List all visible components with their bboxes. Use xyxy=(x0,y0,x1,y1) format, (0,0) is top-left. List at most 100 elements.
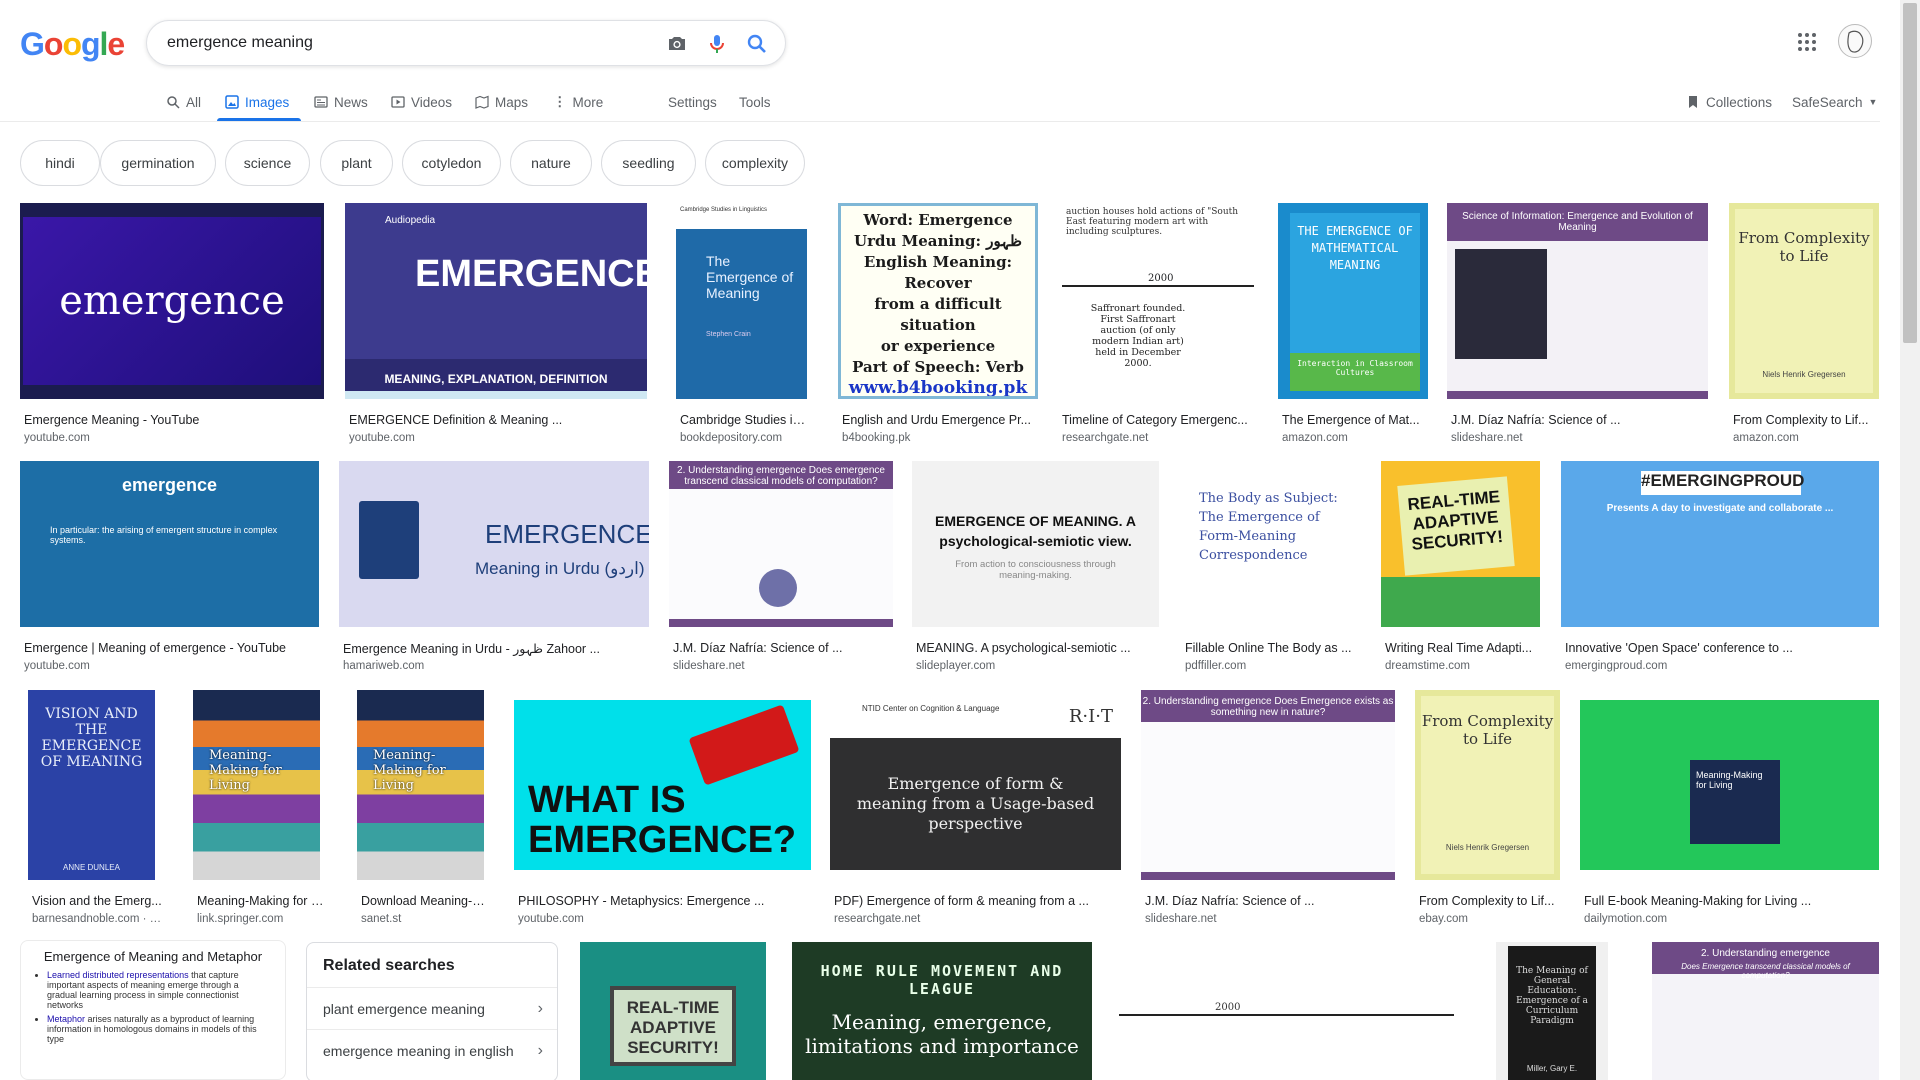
image-result[interactable]: #EMERGINGPROUD Presents A day to investig… xyxy=(1561,461,1879,681)
chip-plant[interactable]: plant xyxy=(320,140,393,186)
scrollbar-thumb[interactable] xyxy=(1903,3,1917,343)
safesearch-dropdown[interactable]: SafeSearch ▼ xyxy=(1792,91,1877,113)
image-result[interactable]: 2000 xyxy=(1115,942,1458,1080)
result-caption[interactable]: PHILOSOPHY - Metaphysics: Emergence ... xyxy=(518,894,818,908)
result-caption[interactable]: English and Urdu Emergence Pr... xyxy=(842,413,1038,427)
result-caption[interactable]: Writing Real Time Adapti... xyxy=(1385,641,1541,655)
result-caption[interactable]: J.M. Díaz Nafría: Science of ... xyxy=(1451,413,1707,427)
result-thumbnail[interactable]: auction houses hold actions of "South Ea… xyxy=(1058,203,1258,399)
microphone-icon[interactable] xyxy=(705,32,729,56)
result-caption[interactable]: Download Meaning-M... xyxy=(361,894,489,908)
result-caption[interactable]: Fillable Online The Body as ... xyxy=(1185,641,1361,655)
image-result[interactable]: REAL-TIME ADAPTIVE SECURITY! Writing Real… xyxy=(1381,461,1540,681)
image-result[interactable]: NTID Center on Cognition & Language R·I·T… xyxy=(830,690,1121,934)
result-thumbnail[interactable]: Science of Information: Emergence and Ev… xyxy=(1447,203,1708,399)
image-result[interactable]: WHAT IS EMERGENCE? PHILOSOPHY - Metaphysi… xyxy=(514,700,811,934)
image-result[interactable]: THE EMERGENCE OF MATHEMATICAL MEANING Int… xyxy=(1278,203,1428,453)
google-logo[interactable]: Google xyxy=(20,26,125,63)
image-result[interactable]: Cambridge Studies in Linguistics The Emer… xyxy=(676,203,810,453)
image-result[interactable]: From Complexity to Life Niels Henrik Greg… xyxy=(1415,690,1560,934)
collections-button[interactable]: Collections xyxy=(1686,91,1772,113)
result-thumbnail[interactable]: emergence In particular: the arising of e… xyxy=(20,461,319,627)
tab-more[interactable]: ⋮ More xyxy=(553,91,603,113)
result-thumbnail[interactable]: THE EMERGENCE OF MATHEMATICAL MEANING Int… xyxy=(1278,203,1428,399)
related-search-item[interactable]: emergence meaning in english › xyxy=(307,1029,557,1071)
image-result[interactable]: Audiopedia EMERGENCE MEANING, EXPLANATION,… xyxy=(345,203,647,453)
image-result[interactable]: Science of Information: Emergence and Ev… xyxy=(1447,203,1708,453)
tab-images[interactable]: Images xyxy=(225,91,289,113)
result-thumbnail[interactable]: 2. Understanding emergence Does Emergenc… xyxy=(1141,690,1395,880)
result-caption[interactable]: Timeline of Category Emergenc... xyxy=(1062,413,1258,427)
result-caption[interactable]: PDF) Emergence of form & meaning from a … xyxy=(834,894,1122,908)
knowledge-card[interactable]: Emergence of Meaning and Metaphor Learne… xyxy=(20,940,286,1080)
result-caption[interactable]: Full E-book Meaning-Making for Living ..… xyxy=(1584,894,1880,908)
image-result[interactable]: From Complexity to Life Niels Henrik Greg… xyxy=(1729,203,1879,453)
chip-seedling[interactable]: seedling xyxy=(601,140,696,186)
result-thumbnail[interactable]: 2. Understanding emergence Does emergenc… xyxy=(669,461,893,627)
image-result[interactable]: VISION AND THE EMERGENCE OF MEANING ANNE … xyxy=(28,690,162,934)
tab-tools[interactable]: Tools xyxy=(739,91,771,113)
camera-icon[interactable] xyxy=(665,32,689,56)
result-thumbnail[interactable]: NTID Center on Cognition & Language R·I·T… xyxy=(830,690,1121,870)
result-caption[interactable]: J.M. Díaz Nafría: Science of ... xyxy=(673,641,893,655)
result-thumbnail[interactable]: Meaning-Making for Living xyxy=(193,690,320,880)
result-thumbnail[interactable]: Meaning-Making for Living xyxy=(357,690,484,880)
image-result[interactable]: 2. Understanding emergence Does emergenc… xyxy=(669,461,893,681)
result-thumbnail[interactable]: From Complexity to Life Niels Henrik Greg… xyxy=(1415,690,1560,880)
chip-complexity[interactable]: complexity xyxy=(705,140,805,186)
chip-science[interactable]: science xyxy=(225,140,310,186)
image-result[interactable]: 2. Understanding emergence Does Emergence… xyxy=(1652,942,1879,1080)
result-thumbnail[interactable]: Audiopedia EMERGENCE MEANING, EXPLANATION,… xyxy=(345,203,647,399)
result-thumbnail[interactable]: EMERGENCE Meaning in Urdu (اردو) xyxy=(339,461,649,627)
image-result[interactable]: emergence In particular: the arising of e… xyxy=(20,461,319,681)
image-result[interactable]: EMERGENCE Meaning in Urdu (اردو) Emergence… xyxy=(339,461,649,681)
result-caption[interactable]: Emergence Meaning in Urdu - ظہور Zahoor … xyxy=(343,641,649,656)
result-thumbnail[interactable]: Cambridge Studies in Linguistics The Emer… xyxy=(676,203,807,399)
chip-cotyledon[interactable]: cotyledon xyxy=(402,140,501,186)
chip-germination[interactable]: germination xyxy=(100,140,216,186)
result-caption[interactable]: Meaning-Making for Li... xyxy=(197,894,325,908)
search-input[interactable] xyxy=(167,31,647,55)
result-caption[interactable]: Vision and the Emerg... xyxy=(32,894,162,908)
image-result[interactable]: The Meaning of General Education: Emerge… xyxy=(1496,942,1608,1080)
apps-grid-icon[interactable] xyxy=(1795,30,1819,54)
result-thumbnail[interactable]: From Complexity to Life Niels Henrik Greg… xyxy=(1729,203,1879,399)
tab-videos[interactable]: Videos xyxy=(391,91,452,113)
result-thumbnail[interactable]: VISION AND THE EMERGENCE OF MEANING ANNE … xyxy=(28,690,155,880)
result-caption[interactable]: Emergence Meaning - YouTube xyxy=(24,413,324,427)
image-result[interactable]: REAL-TIME ADAPTIVE SECURITY! xyxy=(580,942,766,1080)
result-caption[interactable]: From Complexity to Lif... xyxy=(1419,894,1561,908)
result-thumbnail[interactable]: emergence xyxy=(20,203,324,399)
result-caption[interactable]: Cambridge Studies in ... xyxy=(680,413,810,427)
image-result[interactable]: emergence Emergence Meaning - YouTube yout… xyxy=(20,203,324,453)
image-result[interactable]: EMERGENCE OF MEANING. A psychological-se… xyxy=(912,461,1159,681)
image-result[interactable]: 2. Understanding emergence Does Emergenc… xyxy=(1141,690,1395,934)
search-icon[interactable] xyxy=(745,32,769,56)
result-caption[interactable]: The Emergence of Mat... xyxy=(1282,413,1428,427)
result-thumbnail[interactable]: REAL-TIME ADAPTIVE SECURITY! xyxy=(1381,461,1540,627)
result-caption[interactable]: Innovative 'Open Space' conference to ..… xyxy=(1565,641,1879,655)
result-caption[interactable]: Emergence | Meaning of emergence - YouTu… xyxy=(24,641,320,655)
result-thumbnail[interactable]: Meaning-Making for Living xyxy=(1580,700,1879,870)
result-thumbnail[interactable]: WHAT IS EMERGENCE? xyxy=(514,700,811,870)
result-thumbnail[interactable]: Word: Emergence Urdu Meaning: ظہور English… xyxy=(838,203,1038,399)
image-result[interactable]: auction houses hold actions of "South Ea… xyxy=(1058,203,1258,453)
image-result[interactable]: Meaning-Making for Living Full E-book Mea… xyxy=(1580,700,1879,934)
knowledge-card-link[interactable]: Learned distributed representations xyxy=(47,970,189,980)
avatar[interactable] xyxy=(1838,24,1872,58)
tab-settings[interactable]: Settings xyxy=(668,91,717,113)
related-search-item[interactable]: plant emergence meaning › xyxy=(307,987,557,1029)
image-result[interactable]: The Body as Subject: The Emergence of Fo… xyxy=(1181,461,1362,681)
result-thumbnail[interactable]: The Body as Subject: The Emergence of Fo… xyxy=(1181,461,1362,627)
tab-maps[interactable]: Maps xyxy=(475,91,528,113)
chip-hindi[interactable]: hindi xyxy=(20,140,100,186)
tab-news[interactable]: News xyxy=(314,91,368,113)
tab-all[interactable]: All xyxy=(166,91,201,113)
result-caption[interactable]: From Complexity to Lif... xyxy=(1733,413,1879,427)
image-result[interactable]: Word: Emergence Urdu Meaning: ظہور English… xyxy=(838,203,1038,453)
result-thumbnail[interactable]: #EMERGINGPROUD Presents A day to investig… xyxy=(1561,461,1879,627)
image-result[interactable]: Meaning-Making for Living Download Meanin… xyxy=(357,690,489,934)
result-thumbnail[interactable]: EMERGENCE OF MEANING. A psychological-se… xyxy=(912,461,1159,627)
knowledge-card-link[interactable]: Metaphor xyxy=(47,1014,85,1024)
image-result[interactable]: Meaning-Making for Living Meaning-Making … xyxy=(193,690,325,934)
